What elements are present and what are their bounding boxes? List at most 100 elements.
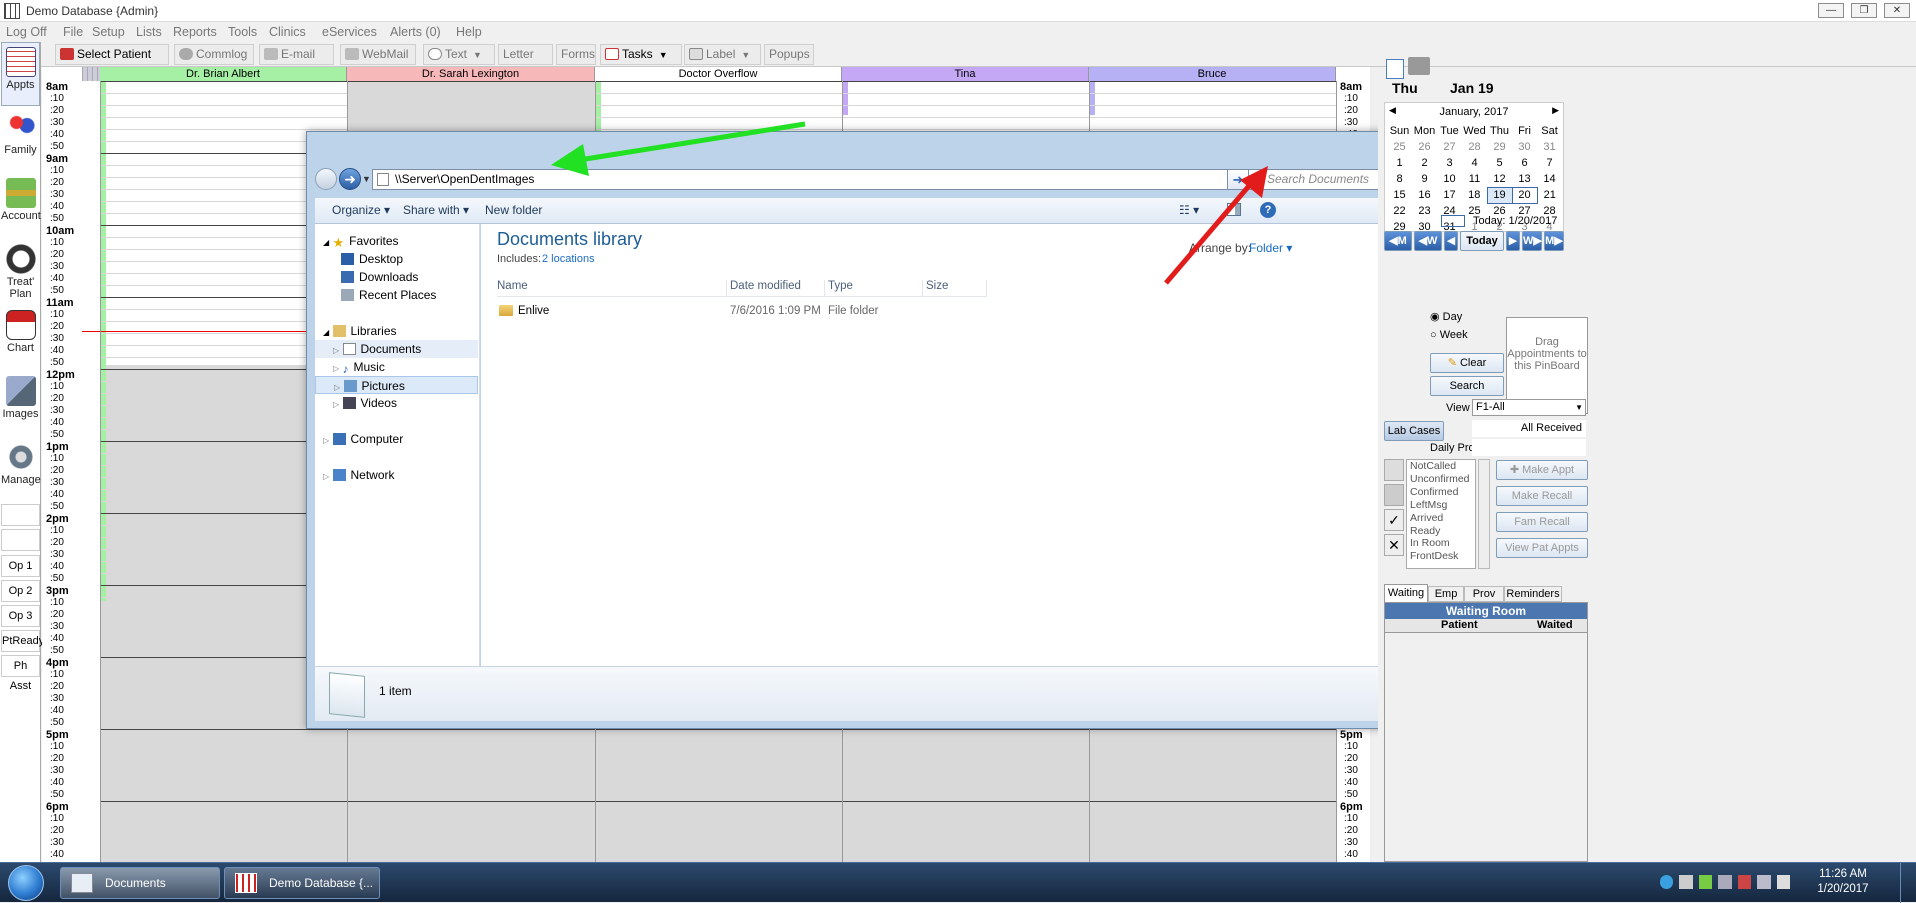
month-calendar[interactable]: ◀ January, 2017 ▶ Sun Mon Tue Wed Thu Fri Sat 2… <box>1384 102 1564 233</box>
column-type[interactable]: Type <box>828 280 853 292</box>
phone-status-icon[interactable] <box>1384 459 1404 481</box>
calendar-day[interactable]: 12 <box>1487 171 1512 187</box>
unschedule-icon[interactable] <box>1384 484 1404 506</box>
forward-button[interactable]: ➜ <box>339 168 361 190</box>
menu-file[interactable]: File <box>63 25 83 39</box>
manage-module-button[interactable]: Manage <box>1 438 41 502</box>
tray-sync-icon[interactable] <box>1660 875 1674 889</box>
tab-emp[interactable]: Emp <box>1428 586 1464 602</box>
chart-module-button[interactable]: Chart <box>1 306 40 370</box>
text-button[interactable]: Text ▼ <box>423 44 495 65</box>
column-name[interactable]: Name <box>497 280 528 292</box>
clear-button[interactable]: ✎ Clear <box>1430 353 1504 373</box>
menu-setup[interactable]: Setup <box>92 25 125 39</box>
nav-documents[interactable]: ▷ Documents <box>315 340 478 358</box>
tab-reminders[interactable]: Reminders <box>1504 586 1562 602</box>
calendar-day[interactable]: 16 <box>1412 187 1437 203</box>
calendar-day[interactable]: 13 <box>1512 171 1537 187</box>
back-button[interactable] <box>315 168 337 190</box>
menu-logoff[interactable]: Log Off <box>6 25 47 39</box>
nav-music[interactable]: ▷ ♪ Music <box>315 358 478 376</box>
next-month-button[interactable]: M▶ <box>1544 231 1564 251</box>
family-module-button[interactable]: Family <box>1 108 40 172</box>
status-list-scrollbar[interactable] <box>1478 459 1490 569</box>
nav-desktop[interactable]: Desktop <box>315 250 478 268</box>
calendar-day[interactable]: 15 <box>1387 187 1412 203</box>
taskbar-demo-database[interactable]: Demo Database {... <box>224 867 380 899</box>
calendar-day[interactable]: 23 <box>1412 203 1437 219</box>
make-appt-button[interactable]: ✚ Make Appt <box>1496 460 1588 480</box>
calendar-day[interactable]: 17 <box>1437 187 1462 203</box>
day-radio[interactable]: ◉ Day <box>1430 310 1462 323</box>
menu-reports[interactable]: Reports <box>173 25 217 39</box>
column-date-modified[interactable]: Date modified <box>730 280 801 292</box>
menu-alerts[interactable]: Alerts (0) <box>390 25 441 39</box>
tray-devices-icon[interactable] <box>1718 875 1732 889</box>
op1-button[interactable]: Op 1 <box>1 555 40 577</box>
op2-button[interactable]: Op 2 <box>1 580 40 602</box>
next-month-icon[interactable]: ▶ <box>1552 105 1559 116</box>
nav-recent-places[interactable]: Recent Places <box>315 286 478 304</box>
confirmation-status-list[interactable]: NotCalled Unconfirmed Confirmed LeftMsg Arri… <box>1406 459 1476 569</box>
status-list-item[interactable]: In Room <box>1410 537 1475 550</box>
images-module-button[interactable]: Images <box>1 372 40 436</box>
organize-button[interactable]: Organize ▾ <box>332 203 390 217</box>
view-select[interactable]: F1-All ▼ <box>1472 399 1586 416</box>
calendar-day[interactable]: 25 <box>1387 139 1412 155</box>
treatplan-module-button[interactable]: Treat' Plan <box>1 240 40 304</box>
tray-network-icon[interactable] <box>1757 875 1771 889</box>
calendar-day[interactable]: 19 <box>1486 186 1513 204</box>
status-list-item[interactable]: Unconfirmed <box>1410 473 1475 486</box>
blank-op-button-2[interactable] <box>1 529 40 551</box>
popups-button[interactable]: Popups <box>764 44 814 65</box>
calendar-day[interactable]: 2 <box>1412 155 1437 171</box>
calendar-day[interactable]: 29 <box>1487 139 1512 155</box>
make-recall-button[interactable]: Make Recall <box>1496 486 1588 506</box>
includes-locations-link[interactable]: 2 locations <box>542 253 595 265</box>
view-pat-appts-button[interactable]: View Pat Appts <box>1496 538 1588 558</box>
tray-shield-icon[interactable] <box>1698 875 1713 889</box>
minimize-button[interactable]: — <box>1818 3 1844 18</box>
calendar-day[interactable]: 8 <box>1387 171 1412 187</box>
taskbar-clock[interactable]: 11:26 AM 1/20/2017 <box>1808 867 1878 897</box>
notes-icon[interactable] <box>1386 59 1404 79</box>
calendar-day[interactable]: 20 <box>1511 186 1538 204</box>
calendar-day[interactable]: 18 <box>1462 187 1487 203</box>
email-button[interactable]: E-mail▼ <box>259 44 334 79</box>
menu-clinics[interactable]: Clinics <box>269 25 306 39</box>
show-desktop-button[interactable] <box>1900 863 1916 903</box>
maximize-button[interactable]: ❐ <box>1851 3 1877 18</box>
nav-favorites[interactable]: ◢ ★ Favorites <box>315 232 478 250</box>
calendar-day[interactable]: 5 <box>1487 155 1512 171</box>
nav-libraries[interactable]: ◢ Libraries <box>315 322 478 340</box>
menu-lists[interactable]: Lists <box>136 25 162 39</box>
check-icon[interactable]: ✓ <box>1384 509 1404 531</box>
calendar-day[interactable]: 27 <box>1437 139 1462 155</box>
calendar-day[interactable]: 14 <box>1537 171 1562 187</box>
prev-day-button[interactable]: ◀ <box>1444 231 1458 251</box>
next-day-button[interactable]: ▶ <box>1506 231 1520 251</box>
letter-button[interactable]: Letter▼ <box>498 44 553 79</box>
calendar-day[interactable]: 3 <box>1437 155 1462 171</box>
calendar-day[interactable]: 4 <box>1462 155 1487 171</box>
recent-pages-dropdown[interactable]: ▼ <box>362 174 371 184</box>
tray-volume-icon[interactable] <box>1776 875 1790 889</box>
status-list-item[interactable]: FrontDesk <box>1410 550 1475 563</box>
address-input[interactable]: \\Server\OpenDentImages ▼ <box>372 169 1285 190</box>
select-patient-button[interactable]: Select Patient▼ <box>55 44 169 79</box>
calendar-day[interactable]: 10 <box>1437 171 1462 187</box>
calendar-day[interactable]: 1 <box>1387 155 1412 171</box>
prev-month-button[interactable]: ◀M <box>1384 231 1412 251</box>
fam-recall-button[interactable]: Fam Recall <box>1496 512 1588 532</box>
start-button[interactable] <box>8 865 44 901</box>
menu-tools[interactable]: Tools <box>228 25 257 39</box>
share-with-button[interactable]: Share with ▾ <box>403 203 469 217</box>
status-list-item[interactable]: Ready <box>1410 525 1475 538</box>
lab-cases-button[interactable]: Lab Cases <box>1384 421 1444 441</box>
nav-videos[interactable]: ▷ Videos <box>315 394 478 412</box>
week-radio[interactable]: ○ Week <box>1430 329 1468 341</box>
status-list-item[interactable]: LeftMsg <box>1410 499 1475 512</box>
blank-op-button-1[interactable] <box>1 504 40 526</box>
tray-flag-icon[interactable] <box>1737 875 1752 889</box>
calendar-day[interactable]: 11 <box>1462 171 1487 187</box>
